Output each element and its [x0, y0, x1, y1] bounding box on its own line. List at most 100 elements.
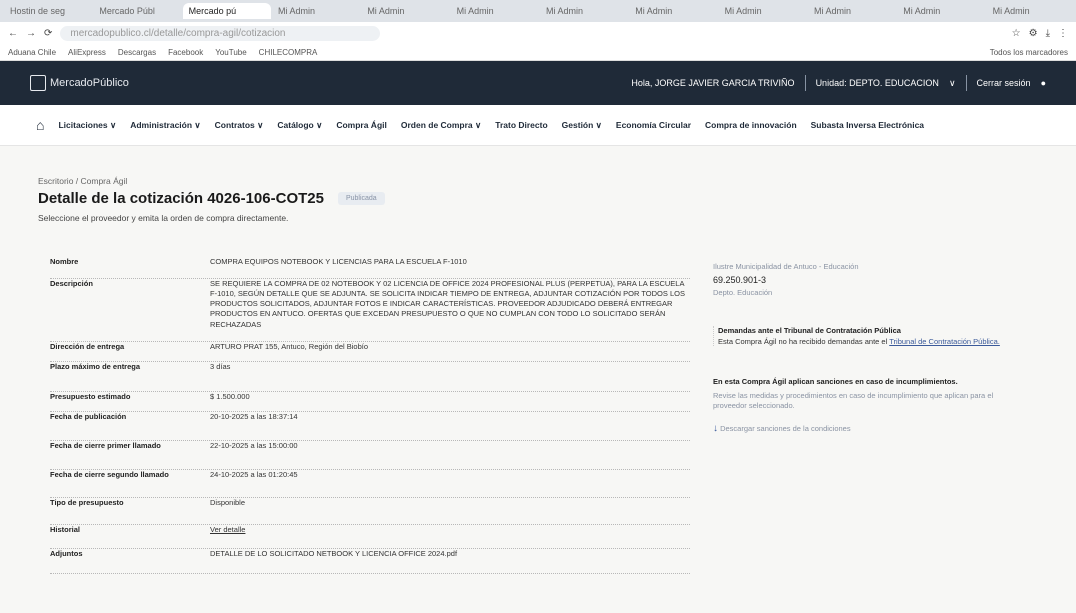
- bookmark-item[interactable]: Aduana Chile: [8, 48, 56, 57]
- detail-value[interactable]: DETALLE DE LO SOLICITADO NETBOOK Y LICEN…: [210, 549, 690, 573]
- nav-item[interactable]: Trato Directo: [495, 120, 547, 130]
- nav-item[interactable]: Licitaciones ∨: [58, 120, 116, 131]
- browser-tab[interactable]: Mi Admin: [629, 3, 717, 19]
- browser-tab[interactable]: Hostin de seg: [4, 3, 92, 19]
- detail-row: Descripción SE REQUIERE LA COMPRA DE 02 N…: [50, 279, 690, 342]
- browser-tab[interactable]: Mi Admin: [451, 3, 539, 19]
- divider: [965, 75, 967, 91]
- detail-row: Plazo máximo de entrega 3 días: [50, 362, 690, 392]
- extensions-icon[interactable]: ⚙: [1029, 28, 1038, 39]
- detail-value: COMPRA EQUIPOS NOTEBOOK Y LICENCIAS PARA…: [210, 257, 467, 266]
- logo-icon: [30, 75, 46, 91]
- detail-label: Fecha de cierre primer llamado: [50, 441, 161, 450]
- breadcrumb[interactable]: Escritorio / Compra Ágil: [38, 176, 385, 186]
- org-rut: 69.250.901-3: [713, 275, 767, 285]
- tribunal-title: Demandas ante el Tribunal de Contratació…: [718, 326, 901, 335]
- site-header: MercadoPúblico Hola, JORGE JAVIER GARCIA…: [0, 61, 1076, 105]
- detail-value[interactable]: Ver detalle: [210, 525, 690, 548]
- reload-icon[interactable]: ⟳: [44, 28, 52, 39]
- details-table: Nombre COMPRA EQUIPOS NOTEBOOK Y LICENCIA…: [50, 257, 690, 574]
- bookmark-item[interactable]: AliExpress: [68, 48, 106, 57]
- detail-row: Historial Ver detalle: [50, 525, 690, 549]
- nav-item[interactable]: Catálogo ∨: [277, 120, 322, 131]
- detail-label: Dirección de entrega: [50, 342, 125, 351]
- status-badge: Publicada: [337, 192, 385, 205]
- logout-button[interactable]: Cerrar sesión: [977, 78, 1031, 88]
- all-bookmarks-link[interactable]: Todos los marcadores: [990, 48, 1068, 57]
- detail-value: 22-10-2025 a las 15:00:00: [210, 441, 298, 450]
- browser-tab[interactable]: Mercado pú: [182, 3, 271, 19]
- detail-label: Descripción: [50, 279, 93, 288]
- browser-tab[interactable]: Mi Admin: [987, 3, 1075, 19]
- unit-selector[interactable]: Unidad: DEPTO. EDUCACION: [816, 78, 939, 88]
- star-icon[interactable]: ☆: [1012, 28, 1021, 39]
- nav-item[interactable]: Compra de innovación: [705, 120, 797, 130]
- browser-tab[interactable]: Mercado Públ: [93, 3, 181, 19]
- browser-tab[interactable]: Mi Admin: [808, 3, 896, 19]
- org-info: Ilustre Municipalidad de Antuco - Educac…: [713, 262, 1023, 297]
- tribunal-link[interactable]: Tribunal de Contratación Pública.: [889, 337, 1000, 346]
- download-label: Descargar sanciones de la condiciones: [720, 424, 851, 434]
- tribunal-section: Demandas ante el Tribunal de Contratació…: [713, 326, 1028, 346]
- bookmark-item[interactable]: Descargas: [118, 48, 156, 57]
- browser-tab[interactable]: Mi Admin: [540, 3, 628, 19]
- detail-label: Nombre: [50, 257, 79, 266]
- bookmark-item[interactable]: YouTube: [215, 48, 246, 57]
- detail-row: Dirección de entrega ARTURO PRAT 155, Ant…: [50, 342, 690, 362]
- nav-item[interactable]: Administración ∨: [130, 120, 200, 131]
- bookmarks-bar: Aduana Chile AliExpress Descargas Facebook Y…: [0, 44, 1076, 61]
- detail-row: Fecha de cierre segundo llamado 24-10-202…: [50, 470, 690, 498]
- bookmark-item[interactable]: Facebook: [168, 48, 203, 57]
- url-bar[interactable]: mercadopublico.cl/detalle/compra-agil/co…: [60, 25, 381, 41]
- detail-value: $ 1.500.000: [210, 392, 250, 401]
- detail-row: Adjuntos DETALLE DE LO SOLICITADO NETBOOK…: [50, 549, 690, 574]
- detail-row: Tipo de presupuesto Disponible: [50, 498, 690, 525]
- page-header: Escritorio / Compra Ágil Detalle de la c…: [38, 176, 385, 223]
- detail-value: 24-10-2025 a las 01:20:45: [210, 470, 298, 479]
- home-icon[interactable]: ⌂: [36, 117, 44, 133]
- org-name: Ilustre Municipalidad de Antuco - Educac…: [713, 262, 859, 271]
- nav-item[interactable]: Contratos ∨: [215, 120, 264, 131]
- browser-tab[interactable]: Mi Admin: [272, 3, 360, 19]
- detail-row: Fecha de cierre primer llamado 22-10-2025…: [50, 441, 690, 470]
- arrow-down-icon: ↓: [713, 423, 718, 435]
- nav-item[interactable]: Gestión ∨: [562, 120, 602, 131]
- detail-label: Fecha de publicación: [50, 412, 127, 421]
- detail-label: Tipo de presupuesto: [50, 498, 124, 507]
- logout-icon[interactable]: ●: [1041, 78, 1046, 88]
- detail-row: Nombre COMPRA EQUIPOS NOTEBOOK Y LICENCIA…: [50, 257, 690, 279]
- bookmark-item[interactable]: CHILECOMPRA: [259, 48, 318, 57]
- detail-row: Fecha de publicación 20-10-2025 a las 18:…: [50, 412, 690, 441]
- browser-tab[interactable]: Mi Admin: [897, 3, 985, 19]
- sanctions-text: Revise las medidas y procedimientos en c…: [713, 391, 994, 411]
- detail-label: Historial: [50, 525, 81, 534]
- user-greeting: Hola, JORGE JAVIER GARCIA TRIVIÑO: [631, 78, 795, 88]
- nav-item[interactable]: Compra Ágil: [336, 120, 387, 130]
- chevron-down-icon[interactable]: ∨: [949, 78, 956, 89]
- download-icon[interactable]: ⤓: [1046, 28, 1050, 39]
- browser-tab[interactable]: Mi Admin: [361, 3, 449, 19]
- browser-tab-strip: Hostin de seg Mercado Públ Mercado pú Mi Ad…: [0, 0, 1076, 22]
- nav-item[interactable]: Economía Circular: [616, 120, 691, 130]
- forward-icon[interactable]: →: [26, 28, 36, 39]
- detail-value: 3 días: [210, 362, 231, 371]
- detail-label: Fecha de cierre segundo llamado: [50, 470, 169, 479]
- nav-item[interactable]: Subasta Inversa Electrónica: [811, 120, 924, 130]
- divider: [804, 75, 806, 91]
- site-logo[interactable]: MercadoPúblico: [30, 75, 129, 91]
- nav-item[interactable]: Orden de Compra ∨: [401, 120, 481, 131]
- back-icon[interactable]: ←: [8, 28, 18, 39]
- detail-label: Adjuntos: [50, 549, 83, 558]
- org-unit: Depto. Educación: [713, 288, 773, 297]
- main-nav: ⌂ Licitaciones ∨ Administración ∨ Contrato…: [0, 105, 1076, 146]
- browser-tab[interactable]: Mi Admin: [719, 3, 807, 19]
- address-row: ← → ⟳ mercadopublico.cl/detalle/compra-a…: [0, 22, 1076, 44]
- tribunal-text: Esta Compra Ágil no ha recibido demandas…: [718, 337, 888, 346]
- menu-icon[interactable]: ⋮: [1058, 28, 1068, 39]
- download-sanctions-link[interactable]: ↓ Descargar sanciones de la condiciones: [713, 423, 1023, 434]
- detail-label: Plazo máximo de entrega: [50, 362, 141, 371]
- detail-value: 20-10-2025 a las 18:37:14: [210, 412, 298, 421]
- page-title: Detalle de la cotización 4026-106-COT25: [38, 190, 324, 207]
- sanctions-title: En esta Compra Ágil aplican sanciones en…: [713, 377, 958, 386]
- detail-value: SE REQUIERE LA COMPRA DE 02 NOTEBOOK Y 0…: [210, 279, 685, 329]
